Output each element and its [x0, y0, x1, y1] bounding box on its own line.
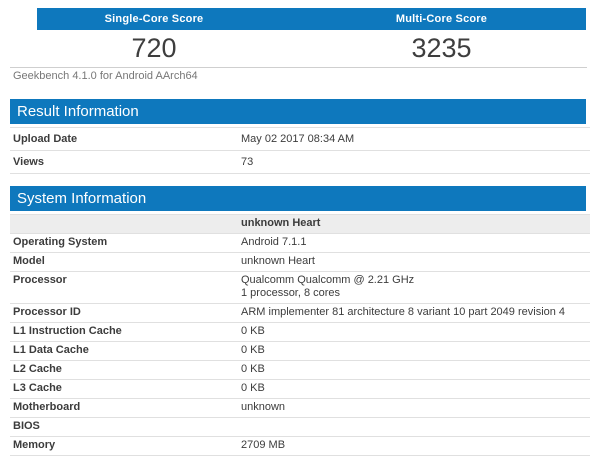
score-header-bar: Single-Core Score Multi-Core Score	[37, 8, 586, 30]
table-row-model: Model unknown Heart	[10, 253, 590, 272]
result-information-section: Result Information Upload Date May 02 20…	[10, 99, 590, 174]
row-value	[237, 420, 590, 433]
row-value: ARM implementer 81 architecture 8 varian…	[241, 306, 566, 318]
row-label: L1 Data Cache	[13, 344, 89, 356]
table-row-l2-cache: L2 Cache 0 KB	[10, 361, 590, 380]
row-label: L3 Cache	[13, 382, 62, 394]
table-row-processor: Processor Qualcomm Qualcomm @ 2.21 GHz 1…	[10, 272, 590, 304]
row-label	[10, 217, 237, 230]
row-label: Processor ID	[13, 306, 81, 318]
geekbench-version-caption: Geekbench 4.1.0 for Android AArch64	[13, 70, 198, 82]
processor-line-2: 1 processor, 8 cores	[241, 287, 341, 299]
table-row-processor-id: Processor ID ARM implementer 81 architec…	[10, 304, 590, 323]
table-row-l1-instruction-cache: L1 Instruction Cache 0 KB	[10, 323, 590, 342]
single-core-score-label: Single-Core Score	[104, 13, 204, 25]
row-label: BIOS	[13, 420, 40, 432]
table-row-motherboard: Motherboard unknown	[10, 399, 590, 418]
row-label: Operating System	[13, 236, 108, 248]
system-information-section: System Information unknown Heart Operati…	[10, 186, 590, 456]
device-name: unknown Heart	[241, 217, 321, 229]
row-value: unknown Heart	[241, 255, 315, 267]
table-row-memory: Memory 2709 MB	[10, 437, 590, 456]
row-label: L1 Instruction Cache	[13, 325, 122, 337]
table-row-l1-data-cache: L1 Data Cache 0 KB	[10, 342, 590, 361]
row-label: Model	[13, 255, 45, 267]
multi-core-score-value: 3235	[411, 33, 472, 63]
table-row-bios: BIOS	[10, 418, 590, 437]
processor-line-1: Qualcomm Qualcomm @ 2.21 GHz	[241, 274, 415, 286]
row-value: 73	[241, 156, 254, 168]
score-banner: Single-Core Score Multi-Core Score 720 3…	[37, 8, 586, 64]
table-row-l3-cache: L3 Cache 0 KB	[10, 380, 590, 399]
row-value: Android 7.1.1	[241, 236, 307, 248]
table-row-operating-system: Operating System Android 7.1.1	[10, 234, 590, 253]
row-value: 0 KB	[241, 325, 265, 337]
row-label: Upload Date	[13, 133, 78, 145]
score-header-spacer	[271, 8, 297, 30]
row-label: L2 Cache	[13, 363, 62, 375]
row-label: Motherboard	[13, 401, 81, 413]
system-information-table: unknown Heart Operating System Android 7…	[10, 214, 590, 456]
table-row-upload-date: Upload Date May 02 2017 08:34 AM	[10, 128, 590, 151]
row-value: 2709 MB	[241, 439, 286, 451]
row-value: Qualcomm Qualcomm @ 2.21 GHz 1 processor…	[237, 274, 590, 300]
multi-core-score-label: Multi-Core Score	[395, 13, 488, 25]
row-value: 0 KB	[241, 363, 265, 375]
caption-divider	[10, 67, 587, 68]
row-label: Processor	[13, 274, 67, 286]
single-core-score-value: 720	[131, 33, 177, 63]
score-values-spacer	[271, 32, 297, 64]
result-information-table: Upload Date May 02 2017 08:34 AM Views 7…	[10, 127, 590, 174]
system-information-header: System Information	[10, 186, 586, 211]
table-row-device-header: unknown Heart	[10, 215, 590, 234]
row-value: May 02 2017 08:34 AM	[241, 133, 355, 145]
row-value: unknown	[241, 401, 286, 413]
row-value: 0 KB	[241, 344, 265, 356]
row-label: Views	[13, 156, 44, 168]
table-row-views: Views 73	[10, 151, 590, 174]
row-value: 0 KB	[241, 382, 265, 394]
result-information-header: Result Information	[10, 99, 586, 124]
geekbench-result-page: Single-Core Score Multi-Core Score 720 3…	[0, 0, 600, 456]
score-values: 720 3235	[37, 32, 586, 64]
row-label: Memory	[13, 439, 56, 451]
